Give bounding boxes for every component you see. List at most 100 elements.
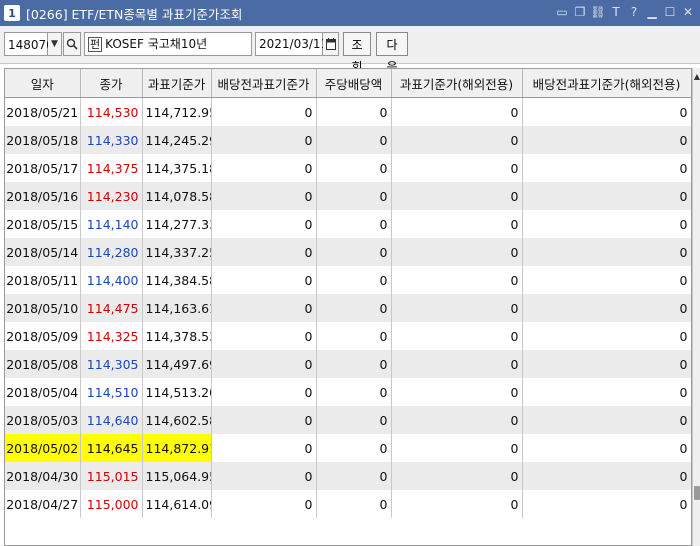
- cell-close: 114,325: [80, 322, 143, 350]
- cell-date: 2018/05/11: [5, 266, 81, 294]
- cell-foreign-pre-dividend: 0: [522, 462, 691, 490]
- col-header-dividend[interactable]: 주당배당액: [316, 69, 392, 98]
- stock-code-input[interactable]: 148070: [4, 32, 54, 56]
- help-icon[interactable]: ?: [626, 4, 642, 20]
- cell-pre-dividend-base: 0: [211, 294, 317, 322]
- col-header-foreign-pre-dividend[interactable]: 배당전과표기준가(해외전용): [522, 69, 691, 98]
- cell-foreign-base: 0: [391, 97, 523, 126]
- cell-dividend: 0: [316, 266, 392, 294]
- table-row[interactable]: 2018/04/27115,000114,614.0900000: [5, 490, 691, 518]
- cell-close: 114,530: [80, 97, 143, 126]
- cell-close: 114,475: [80, 294, 143, 322]
- table-row[interactable]: 2018/05/08114,305114,497.6900000: [5, 350, 691, 378]
- table-row[interactable]: 2018/05/02114,645114,872.9100000: [5, 434, 691, 462]
- cell-date: 2018/05/09: [5, 322, 81, 350]
- cell-foreign-pre-dividend: 0: [522, 238, 691, 266]
- cell-foreign-base: 0: [391, 406, 523, 434]
- cell-foreign-pre-dividend: 0: [522, 210, 691, 238]
- table-row[interactable]: 2018/04/30115,015115,064.9500000: [5, 462, 691, 490]
- cell-pre-dividend-base: 0: [211, 490, 317, 518]
- stock-name: KOSEF 국고채10년: [105, 37, 208, 51]
- cell-close: 114,305: [80, 350, 143, 378]
- cell-dividend: 0: [316, 462, 392, 490]
- date-input[interactable]: 2021/03/11: [255, 32, 328, 56]
- chevron-down-icon: ▼: [51, 39, 58, 49]
- cell-dividend: 0: [316, 238, 392, 266]
- cell-foreign-base: 0: [391, 350, 523, 378]
- cell-base: 114,378.530: [142, 322, 212, 350]
- query-button[interactable]: 조회: [343, 32, 371, 74]
- col-header-base[interactable]: 과표기준가: [142, 69, 212, 98]
- cell-close: 114,510: [80, 378, 143, 406]
- cell-date: 2018/05/16: [5, 182, 81, 210]
- cell-close: 115,000: [80, 490, 143, 518]
- restore-icon[interactable]: ▭: [554, 4, 570, 20]
- fund-tag: 펀: [88, 37, 103, 52]
- cell-date: 2018/05/02: [5, 434, 81, 462]
- cell-date: 2018/05/18: [5, 126, 81, 154]
- table-row[interactable]: 2018/05/16114,230114,078.5800000: [5, 182, 691, 210]
- cell-date: 2018/05/10: [5, 294, 81, 322]
- col-header-close[interactable]: 종가: [80, 69, 143, 98]
- cell-base: 114,384.580: [142, 266, 212, 294]
- table-row[interactable]: 2018/05/21114,530114,712.9500000: [5, 97, 691, 126]
- cell-date: 2018/05/15: [5, 210, 81, 238]
- vertical-scrollbar[interactable]: ▲: [692, 68, 700, 546]
- cell-dividend: 0: [316, 210, 392, 238]
- cell-date: 2018/05/17: [5, 154, 81, 182]
- next-button[interactable]: 다음: [376, 32, 408, 74]
- table-row[interactable]: 2018/05/18114,330114,245.2900000: [5, 126, 691, 154]
- cell-pre-dividend-base: 0: [211, 462, 317, 490]
- minimize-icon[interactable]: ▁: [644, 4, 660, 20]
- cell-dividend: 0: [316, 350, 392, 378]
- cell-foreign-pre-dividend: 0: [522, 126, 691, 154]
- maximize-icon[interactable]: ☐: [662, 4, 678, 20]
- cell-base: 114,163.610: [142, 294, 212, 322]
- cell-base: 114,513.200: [142, 378, 212, 406]
- cell-dividend: 0: [316, 434, 392, 462]
- cell-pre-dividend-base: 0: [211, 182, 317, 210]
- link-icon[interactable]: ⛓: [590, 4, 606, 20]
- search-button[interactable]: [63, 32, 81, 56]
- col-header-pre-dividend-base[interactable]: 배당전과표기준가: [211, 69, 317, 98]
- cell-foreign-base: 0: [391, 210, 523, 238]
- cell-foreign-pre-dividend: 0: [522, 266, 691, 294]
- table-row[interactable]: 2018/05/03114,640114,602.5800000: [5, 406, 691, 434]
- cell-base: 114,602.580: [142, 406, 212, 434]
- table-row[interactable]: 2018/05/04114,510114,513.2000000: [5, 378, 691, 406]
- cell-foreign-pre-dividend: 0: [522, 406, 691, 434]
- price-table: 일자 종가 과표기준가 배당전과표기준가 주당배당액 과표기준가(해외전용) 배…: [5, 69, 691, 518]
- table-row[interactable]: 2018/05/14114,280114,337.2500000: [5, 238, 691, 266]
- cell-base: 114,497.690: [142, 350, 212, 378]
- calendar-button[interactable]: [323, 32, 339, 56]
- col-header-date[interactable]: 일자: [5, 69, 81, 98]
- cell-foreign-pre-dividend: 0: [522, 294, 691, 322]
- close-icon[interactable]: ✕: [680, 4, 696, 20]
- cell-pre-dividend-base: 0: [211, 406, 317, 434]
- cell-foreign-base: 0: [391, 126, 523, 154]
- cell-dividend: 0: [316, 97, 392, 126]
- code-dropdown-button[interactable]: ▼: [48, 32, 62, 56]
- cell-date: 2018/04/27: [5, 490, 81, 518]
- cell-base: 114,712.950: [142, 97, 212, 126]
- cell-base: 114,614.090: [142, 490, 212, 518]
- table-row[interactable]: 2018/05/09114,325114,378.5300000: [5, 322, 691, 350]
- cell-dividend: 0: [316, 406, 392, 434]
- scroll-up-icon[interactable]: ▲: [693, 70, 700, 84]
- cell-base: 114,872.910: [142, 434, 212, 462]
- text-icon[interactable]: T: [608, 4, 624, 20]
- col-header-foreign-base[interactable]: 과표기준가(해외전용): [391, 69, 523, 98]
- cell-dividend: 0: [316, 378, 392, 406]
- copy-icon[interactable]: ❐: [572, 4, 588, 20]
- cell-foreign-pre-dividend: 0: [522, 434, 691, 462]
- cell-close: 114,140: [80, 210, 143, 238]
- table-row[interactable]: 2018/05/17114,375114,375.1800000: [5, 154, 691, 182]
- cell-close: 114,230: [80, 182, 143, 210]
- table-row[interactable]: 2018/05/11114,400114,384.5800000: [5, 266, 691, 294]
- table-row[interactable]: 2018/05/15114,140114,277.3300000: [5, 210, 691, 238]
- data-grid: 일자 종가 과표기준가 배당전과표기준가 주당배당액 과표기준가(해외전용) 배…: [4, 68, 692, 546]
- cell-date: 2018/05/04: [5, 378, 81, 406]
- table-row[interactable]: 2018/05/10114,475114,163.6100000: [5, 294, 691, 322]
- cell-close: 114,280: [80, 238, 143, 266]
- scroll-thumb[interactable]: [694, 486, 700, 500]
